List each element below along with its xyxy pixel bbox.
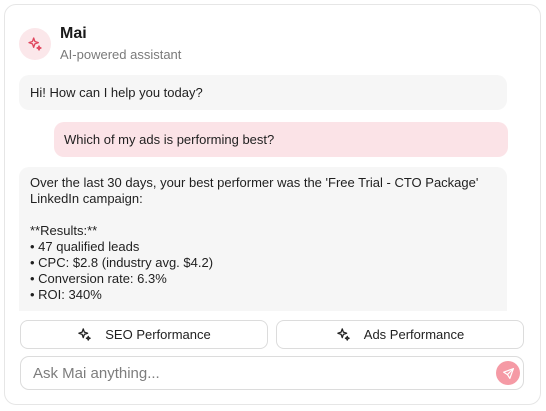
message-input[interactable] (21, 357, 491, 389)
message-line: • 47 qualified leads (30, 239, 140, 254)
user-message: Which of my ads is performing best? (54, 122, 508, 157)
send-button[interactable] (496, 361, 520, 385)
message-line-blank (30, 207, 496, 223)
assistant-subtitle: AI-powered assistant (60, 47, 182, 62)
send-icon (502, 367, 514, 379)
ads-performance-button[interactable]: Ads Performance (276, 320, 524, 349)
assistant-message: Hi! How can I help you today? (19, 75, 507, 110)
message-line: **Results:** (30, 223, 98, 238)
message-line: LinkedIn campaign: (30, 191, 143, 206)
message-composer (20, 356, 524, 390)
assistant-message: Over the last 30 days, your best perform… (19, 167, 507, 311)
message-line: Over the last 30 days, your best perform… (30, 175, 479, 190)
chat-widget: Mai AI-powered assistant Hi! How can I h… (4, 4, 541, 405)
assistant-name: Mai (60, 25, 87, 42)
sparkle-icon (28, 37, 42, 51)
message-line: • CPC: $2.8 (industry avg. $4.2) (30, 255, 214, 270)
chat-header: Mai AI-powered assistant (19, 23, 181, 65)
message-list[interactable]: Hi! How can I help you today? Which of m… (19, 75, 512, 311)
seo-performance-label: SEO Performance (105, 327, 211, 342)
assistant-avatar (19, 28, 51, 60)
message-line: • ROI: 340% (30, 287, 102, 302)
message-line: • Conversion rate: 6.3% (30, 271, 167, 286)
seo-performance-button[interactable]: SEO Performance (20, 320, 268, 349)
sparkle-icon (78, 328, 91, 341)
ads-performance-label: Ads Performance (363, 327, 465, 342)
sparkle-icon (337, 328, 350, 341)
